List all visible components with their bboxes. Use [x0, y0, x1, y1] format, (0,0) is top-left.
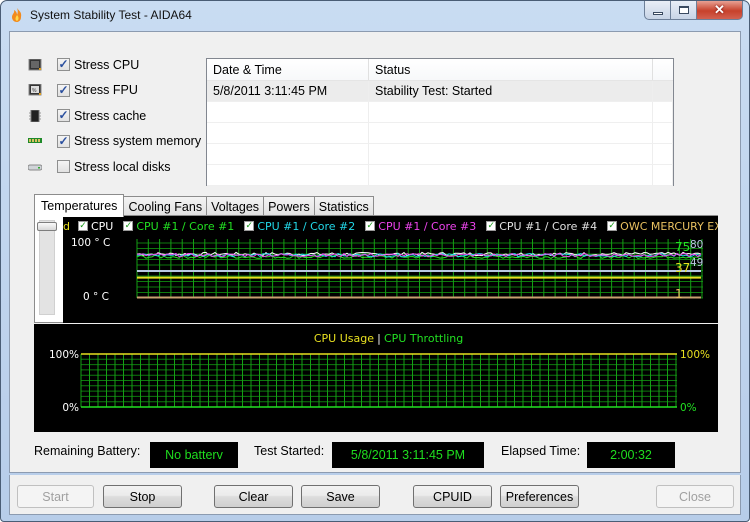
right-max-label: 100%: [680, 349, 710, 361]
cpu-throttling-title: CPU Throttling: [384, 332, 463, 345]
test-started-value: 5/8/2011 3:11:45 PM: [332, 442, 484, 468]
stress-fpu-option[interactable]: % Stress FPU: [28, 78, 201, 104]
elapsed-time-label: Elapsed Time:: [501, 444, 581, 458]
minimize-icon: [652, 11, 663, 15]
cache-chip-icon: [29, 109, 41, 122]
log-filler: [653, 81, 673, 101]
temperatures-panel: d CPU CPU #1 / Core #1 CPU #1 / Core #2 …: [34, 215, 718, 323]
right-min-label: 0%: [680, 402, 697, 414]
stress-fpu-label: Stress FPU: [74, 83, 138, 98]
main-panel: Stress CPU % Stress FPU Stress cache Str…: [9, 31, 741, 473]
value-label: 75: [675, 240, 690, 254]
flame-app-icon: [12, 8, 22, 22]
hard-disk-icon: [28, 164, 42, 171]
stress-cache-label: Stress cache: [74, 108, 147, 123]
tab-powers[interactable]: Powers: [263, 196, 315, 216]
close-button[interactable]: Close: [656, 485, 734, 508]
stress-disks-label: Stress local disks: [74, 159, 171, 174]
log-header: Date & Time Status: [207, 59, 673, 81]
stress-options: Stress CPU % Stress FPU Stress cache Str…: [28, 52, 201, 180]
tab-temperatures[interactable]: Temperatures: [34, 194, 125, 217]
app-window: System Stability Test - AIDA64 ✕ Stress …: [0, 0, 750, 522]
column-header-filler: [653, 59, 673, 80]
maximize-button[interactable]: [671, 1, 697, 20]
stress-memory-option[interactable]: Stress system memory: [28, 129, 201, 155]
fpu-chip-icon: %: [28, 84, 42, 96]
temperature-graph: d CPU CPU #1 / Core #1 CPU #1 / Core #2 …: [63, 216, 718, 323]
stress-fpu-checkbox[interactable]: [57, 83, 70, 97]
elapsed-time-value: 2:00:32: [587, 442, 675, 468]
tab-voltages[interactable]: Voltages: [206, 196, 265, 216]
left-max-label: 100%: [49, 349, 79, 361]
stress-cpu-label: Stress CPU: [74, 57, 140, 72]
cpu-chip-icon: [28, 58, 42, 71]
cpuid-button[interactable]: CPUID: [413, 485, 492, 508]
value-label: 1: [675, 287, 683, 301]
window-title: System Stability Test - AIDA64: [30, 8, 192, 22]
preferences-button[interactable]: Preferences: [500, 485, 579, 508]
slider-thumb[interactable]: [37, 222, 57, 231]
title-bar[interactable]: System Stability Test - AIDA64 ✕: [1, 1, 749, 29]
event-log-table[interactable]: Date & Time Status 5/8/2011 3:11:45 PM S…: [206, 58, 674, 186]
stress-cache-checkbox[interactable]: [57, 109, 70, 123]
test-started-label: Test Started:: [254, 444, 325, 458]
empty-row: [207, 123, 673, 144]
maximize-icon: [678, 6, 689, 14]
temperature-plot: 80754937 1: [136, 239, 703, 301]
save-button[interactable]: Save: [301, 485, 380, 508]
tab-cooling-fans[interactable]: Cooling Fans: [123, 196, 208, 216]
empty-row: [207, 102, 673, 123]
stress-disks-option[interactable]: Stress local disks: [28, 154, 201, 180]
clear-button[interactable]: Clear: [214, 485, 293, 508]
table-row[interactable]: 5/8/2011 3:11:45 PM Stability Test: Star…: [207, 81, 673, 102]
stress-cache-option[interactable]: Stress cache: [28, 103, 201, 129]
stress-memory-label: Stress system memory: [74, 134, 202, 149]
cpu-usage-plot: CPU Usage | CPU Throttling 100% 0% 100% 0%: [49, 332, 710, 414]
close-icon: ✕: [714, 2, 725, 17]
empty-row: [207, 165, 673, 186]
log-status: Stability Test: Started: [369, 81, 653, 101]
memory-module-icon: [28, 138, 42, 144]
stress-memory-checkbox[interactable]: [57, 134, 70, 148]
close-window-button[interactable]: ✕: [697, 1, 743, 20]
start-button[interactable]: Start: [17, 485, 94, 508]
empty-row: [207, 144, 673, 165]
value-label: 37: [675, 261, 690, 275]
stress-disks-checkbox[interactable]: [57, 160, 70, 174]
graph-tabs: Temperatures Cooling Fans Voltages Power…: [34, 194, 374, 217]
stress-cpu-checkbox[interactable]: [57, 58, 70, 72]
battery-value: No batterv: [150, 442, 238, 468]
cpu-usage-graph: CPU Usage | CPU Throttling 100% 0% 100% 0%: [34, 324, 718, 432]
stop-button[interactable]: Stop: [103, 485, 182, 508]
left-min-label: 0%: [62, 402, 79, 414]
svg-text:%: %: [32, 88, 37, 94]
legend-scroll-slider[interactable]: [39, 220, 55, 315]
log-datetime: 5/8/2011 3:11:45 PM: [207, 81, 369, 101]
cpu-usage-title: CPU Usage: [314, 332, 374, 345]
column-header-status[interactable]: Status: [369, 59, 653, 80]
value-label: 49: [690, 257, 703, 269]
title-separator: |: [377, 332, 381, 345]
stress-cpu-option[interactable]: Stress CPU: [28, 52, 201, 78]
minimize-button[interactable]: [644, 1, 671, 20]
battery-label: Remaining Battery:: [34, 444, 141, 458]
value-label: 80: [690, 239, 703, 251]
tab-statistics[interactable]: Statistics: [313, 196, 374, 216]
column-header-datetime[interactable]: Date & Time: [207, 59, 369, 80]
